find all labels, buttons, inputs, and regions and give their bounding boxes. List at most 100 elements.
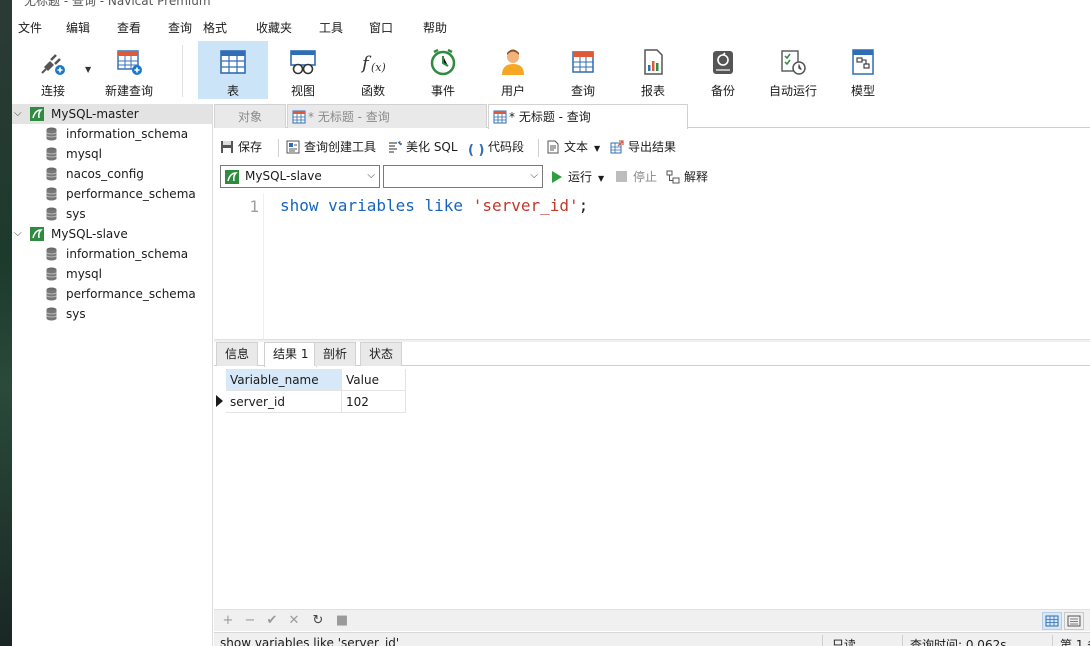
query-builder-button[interactable]: 查询创建工具	[286, 137, 376, 157]
database-name: mysql	[66, 147, 102, 161]
tree-database[interactable]: sys	[12, 204, 212, 224]
auto-run-button[interactable]: 自动运行	[758, 41, 828, 99]
refresh-icon[interactable]: ↻	[310, 613, 326, 629]
sql-space	[463, 196, 473, 215]
connect-button[interactable]: 连接	[18, 41, 88, 99]
new-query-icon	[117, 50, 142, 75]
database-name: information_schema	[66, 247, 189, 261]
query-area: 对象 * 无标题 - 查询 * 无标题 - 查询 保存 查询创建工具 美化 SQ…	[214, 104, 1090, 646]
menu-edit[interactable]: 编辑	[66, 19, 90, 36]
view-label: 视图	[290, 84, 315, 98]
tab-objects[interactable]: 对象	[214, 104, 286, 128]
tree-connection-mysql-master[interactable]: ⌵ MySQL-master	[12, 104, 212, 124]
tab-query-untitled[interactable]: * 无标题 - 查询	[287, 104, 487, 128]
code-snippet-button[interactable]: ( ) 代码段	[468, 137, 524, 158]
export-icon	[610, 140, 624, 154]
table-icon	[220, 50, 246, 74]
toolbar-divider	[182, 45, 183, 97]
database-name: performance_schema	[66, 187, 196, 201]
apply-check-icon[interactable]: ✔	[264, 613, 280, 629]
tab-query-active[interactable]: * 无标题 - 查询	[488, 104, 688, 129]
collapse-arrow-icon[interactable]: ⌵	[14, 104, 22, 124]
tab-profile[interactable]: 剖析	[314, 342, 357, 366]
event-button[interactable]: 事件	[408, 41, 478, 99]
view-icon	[290, 50, 316, 75]
save-button[interactable]: 保存	[220, 137, 262, 157]
collapse-arrow-icon[interactable]: ⌵	[14, 224, 22, 244]
connection-select[interactable]: MySQL-slave ⌵	[220, 165, 380, 188]
database-select[interactable]: ⌵	[383, 165, 543, 188]
tree-database[interactable]: performance_schema	[12, 184, 212, 204]
tree-database[interactable]: sys	[12, 304, 212, 324]
status-bar: show variables like 'server_id' 只读 查询时间:…	[214, 632, 1090, 646]
mysql-connection-icon	[225, 170, 239, 184]
stop-square-icon[interactable]: ■	[334, 613, 350, 629]
tab-status[interactable]: 状态	[360, 342, 403, 366]
status-mode: 只读	[832, 638, 857, 646]
auto-run-icon	[781, 50, 806, 75]
stop-button[interactable]: 停止	[616, 167, 657, 187]
menu-query[interactable]: 查询	[168, 19, 192, 36]
query-button[interactable]: 查询	[548, 41, 618, 99]
menu-favorites[interactable]: 收藏夹	[256, 19, 292, 36]
tab-info[interactable]: 信息	[216, 342, 259, 366]
menu-help[interactable]: 帮助	[423, 19, 447, 36]
view-button[interactable]: 视图	[268, 41, 338, 99]
menu-format[interactable]: 格式	[203, 19, 227, 36]
dropdown-arrow-icon[interactable]: ▼	[594, 144, 600, 153]
backup-button[interactable]: 备份	[688, 41, 758, 99]
table-cell[interactable]: server_id	[226, 391, 342, 413]
dropdown-arrow-icon[interactable]: ▼	[598, 174, 604, 183]
tree-connection-mysql-slave[interactable]: ⌵ MySQL-slave	[12, 224, 212, 244]
sql-code-line[interactable]: show variables like 'server_id';	[280, 196, 588, 215]
explain-button[interactable]: 解释	[666, 167, 708, 187]
tree-database[interactable]: nacos_config	[12, 164, 212, 184]
parentheses-icon: ( )	[468, 143, 485, 158]
table-cell[interactable]: 102	[342, 391, 406, 413]
status-divider	[1052, 635, 1053, 646]
menu-tools[interactable]: 工具	[319, 19, 343, 36]
column-header[interactable]: Value	[342, 369, 406, 391]
connection-row: MySQL-slave ⌵ ⌵ 运行 ▼ 停止 解释	[214, 164, 1090, 190]
table-button[interactable]: 表	[198, 41, 268, 99]
user-button[interactable]: 用户	[478, 41, 548, 99]
tree-database[interactable]: performance_schema	[12, 284, 212, 304]
form-view-icon[interactable]	[1064, 612, 1084, 630]
delete-record-icon[interactable]: −	[242, 613, 258, 629]
text-button[interactable]: 文本 ▼	[546, 137, 600, 157]
report-button[interactable]: 报表	[618, 41, 688, 99]
database-name: sys	[66, 207, 86, 221]
backup-label: 备份	[710, 84, 735, 98]
play-icon	[552, 171, 562, 183]
sql-keyword: like	[424, 196, 464, 215]
function-button[interactable]: f (x) 函数	[338, 41, 408, 99]
menu-window[interactable]: 窗口	[369, 19, 393, 36]
menu-file[interactable]: 文件	[18, 19, 42, 36]
add-record-icon[interactable]: +	[220, 613, 236, 629]
model-button[interactable]: 模型	[828, 41, 898, 99]
run-button[interactable]: 运行 ▼	[552, 167, 604, 187]
tree-database[interactable]: information_schema	[12, 124, 212, 144]
tree-database[interactable]: mysql	[12, 264, 212, 284]
tab-result-1[interactable]: 结果 1	[264, 342, 318, 367]
database-name: information_schema	[66, 127, 189, 141]
status-divider	[902, 635, 903, 646]
event-label: 事件	[430, 84, 455, 98]
database-icon	[46, 267, 57, 281]
discard-x-icon[interactable]: ✕	[286, 613, 302, 629]
connect-dropdown-arrow[interactable]: ▼	[85, 65, 91, 74]
toolbar-divider	[278, 139, 279, 157]
export-results-button[interactable]: 导出结果	[610, 137, 676, 157]
backup-icon	[713, 51, 733, 74]
new-query-button[interactable]: 新建查询	[94, 41, 164, 99]
tree-database[interactable]: mysql	[12, 144, 212, 164]
sql-editor[interactable]: 1 show variables like 'server_id';	[214, 193, 1090, 339]
stop-icon	[616, 171, 627, 182]
svg-text:(x): (x)	[371, 61, 386, 74]
grid-view-icon[interactable]	[1042, 612, 1062, 630]
query-icon	[572, 51, 594, 73]
menu-view[interactable]: 查看	[117, 19, 141, 36]
beautify-sql-button[interactable]: 美化 SQL	[388, 137, 458, 157]
tree-database[interactable]: information_schema	[12, 244, 212, 264]
column-header[interactable]: Variable_name	[226, 369, 342, 391]
